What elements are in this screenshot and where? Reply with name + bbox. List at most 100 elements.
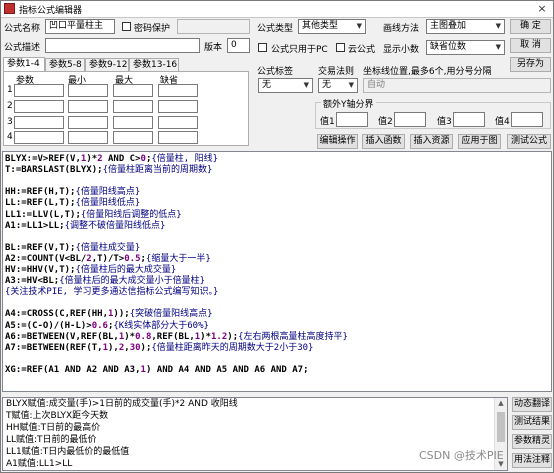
- tab-params-1-4[interactable]: 参数1-4: [3, 57, 45, 71]
- param-wizard-button[interactable]: 参数精灵: [512, 434, 552, 449]
- formula-editor-window: 指标公式编辑器 × 公式名称 凹口平量柱主 密码保护 公式描述 版本 0 参数1…: [0, 0, 554, 473]
- code-token: 0.6: [91, 320, 108, 331]
- chevron-down-icon: ▼: [356, 22, 362, 30]
- code-token: REF: [156, 331, 174, 342]
- param-min-cell[interactable]: [68, 131, 108, 144]
- code-token: REF: [48, 154, 65, 164]
- code-token: AND: [151, 364, 179, 375]
- edit-ops-button[interactable]: 编辑操作: [317, 134, 358, 149]
- code-line: BLYX:=V>REF(V,1)*2 AND C>0;{倍量柱, 阳线}: [5, 154, 218, 164]
- value4-input[interactable]: [511, 112, 543, 127]
- cloud-checkbox[interactable]: [336, 43, 345, 52]
- code-token: A1:=LL1>LL;: [5, 220, 65, 231]
- param-min-cell[interactable]: [68, 116, 108, 129]
- code-token: HH:=: [5, 187, 27, 198]
- param-default-cell[interactable]: [158, 100, 198, 113]
- draw-select[interactable]: 主图叠加 ▼: [426, 19, 505, 34]
- password-checkbox[interactable]: [122, 22, 131, 31]
- code-token: LL:=: [5, 198, 27, 209]
- chevron-down-icon: ▼: [495, 22, 501, 30]
- param-max-cell[interactable]: [113, 84, 153, 97]
- dynamic-translate-button[interactable]: 动态翻译: [512, 397, 552, 412]
- apply-to-chart-button[interactable]: 应用于图: [458, 134, 501, 149]
- code-token: (T,: [86, 342, 103, 353]
- code-token: A3:=HV<BL;: [5, 276, 60, 287]
- coord-label: 坐标线位置,最多6个,用分号分隔: [363, 67, 492, 77]
- tag-select[interactable]: 无 ▼: [258, 78, 313, 93]
- param-row-num: 2: [7, 101, 13, 111]
- scroll-up-icon[interactable]: ▲: [495, 398, 507, 409]
- decimal-select[interactable]: 缺省位数 ▼: [426, 40, 505, 55]
- tab-params-13-16[interactable]: 参数13-16: [129, 58, 179, 71]
- code-token: 1.2: [211, 331, 228, 342]
- value2-input[interactable]: [394, 112, 426, 127]
- param-min-cell[interactable]: [68, 84, 108, 97]
- param-tabs: 参数1-4 参数5-8 参数9-12 参数13-16: [3, 57, 243, 71]
- code-line: A2:=COUNT(V<BL/2,T)/T>0.5;{缩量大于一半}: [5, 254, 211, 264]
- value1-input[interactable]: [336, 112, 368, 127]
- param-name-cell[interactable]: [14, 84, 64, 97]
- test-formula-button[interactable]: 测试公式: [507, 134, 551, 149]
- coord-input[interactable]: 自动: [363, 78, 551, 93]
- usage-notes-button[interactable]: 用法注释: [512, 453, 552, 468]
- output-line: BLYX赋值:成交量(手)>1日前的成交量(手)*2 AND 收阳线: [6, 399, 238, 409]
- code-line: HH:=REF(H,T);{倍量阳线高点}: [5, 187, 140, 197]
- desc-input[interactable]: [45, 38, 200, 53]
- tab-params-9-12[interactable]: 参数9-12: [85, 58, 129, 71]
- insert-resource-button[interactable]: 插入资源: [410, 134, 453, 149]
- trade-value: 无: [322, 80, 332, 90]
- code-token: ,T)/T>: [91, 253, 125, 264]
- chevron-down-icon: ▼: [303, 81, 309, 89]
- output-line: LL1赋值:T日内最低价的最低值: [6, 447, 130, 457]
- password-label: 密码保护: [134, 24, 171, 34]
- code-token: LLV: [32, 209, 49, 220]
- param-min-cell[interactable]: [68, 100, 108, 113]
- code-token: AND: [102, 154, 130, 164]
- code-token: AND: [189, 364, 217, 375]
- param-name-cell[interactable]: [14, 100, 64, 113]
- cancel-button[interactable]: 取 消: [510, 38, 551, 53]
- output-line: LL赋值:T日前的最低价: [6, 435, 97, 445]
- code-token: 0.5: [124, 253, 141, 264]
- param-name-cell[interactable]: [14, 131, 64, 144]
- code-token: {倍量柱距离昨天的周期数大于2小于30}: [151, 342, 314, 353]
- tag-value: 无: [262, 80, 272, 90]
- scroll-thumb[interactable]: [497, 412, 505, 442]
- code-token: A5:=(C-O)/(H-L)>: [5, 320, 92, 331]
- code-token: (V,T);: [42, 242, 76, 253]
- test-result-button[interactable]: 测试结果: [512, 415, 552, 430]
- trade-select[interactable]: 无 ▼: [318, 78, 358, 93]
- tab-params-5-8[interactable]: 参数5-8: [45, 58, 85, 71]
- watermark: CSDN @技术PIE: [419, 449, 504, 462]
- password-input[interactable]: [177, 19, 250, 34]
- version-input[interactable]: 0: [227, 38, 250, 53]
- value3-input[interactable]: [453, 112, 485, 127]
- param-default-cell[interactable]: [158, 116, 198, 129]
- param-default-cell[interactable]: [158, 131, 198, 144]
- type-select[interactable]: 其他类型 ▼: [298, 19, 366, 34]
- app-icon: [4, 3, 15, 14]
- title-bar: 指标公式编辑器 ×: [1, 1, 553, 18]
- code-token: REF: [26, 242, 43, 253]
- insert-function-button[interactable]: 插入函数: [362, 134, 405, 149]
- close-icon[interactable]: ×: [535, 2, 549, 15]
- code-token: REF: [26, 187, 43, 198]
- pc-only-checkbox[interactable]: [258, 43, 267, 52]
- code-token: )*: [200, 331, 212, 342]
- save-as-button[interactable]: 另存为: [510, 57, 551, 72]
- extra-y-label: 额外Y轴分界: [321, 97, 376, 110]
- name-input[interactable]: 凹口平量柱主: [45, 19, 115, 34]
- param-default-cell[interactable]: [158, 84, 198, 97]
- code-token: A4: [178, 364, 190, 375]
- param-name-cell[interactable]: [14, 116, 64, 129]
- code-token: );: [140, 342, 152, 353]
- value3-label: 值3: [437, 117, 452, 127]
- code-token: (BL,: [173, 331, 195, 342]
- ok-button[interactable]: 确 定: [510, 19, 551, 34]
- code-token: {倍量柱后的最大成交量小于倍量柱}: [59, 276, 206, 287]
- param-max-cell[interactable]: [113, 100, 153, 113]
- code-token: {倍量阳线低点}: [75, 198, 141, 209]
- param-max-cell[interactable]: [113, 131, 153, 144]
- code-editor[interactable]: BLYX:=V>REF(V,1)*2 AND C>0;{倍量柱, 阳线} T:=B…: [2, 151, 552, 392]
- param-max-cell[interactable]: [113, 116, 153, 129]
